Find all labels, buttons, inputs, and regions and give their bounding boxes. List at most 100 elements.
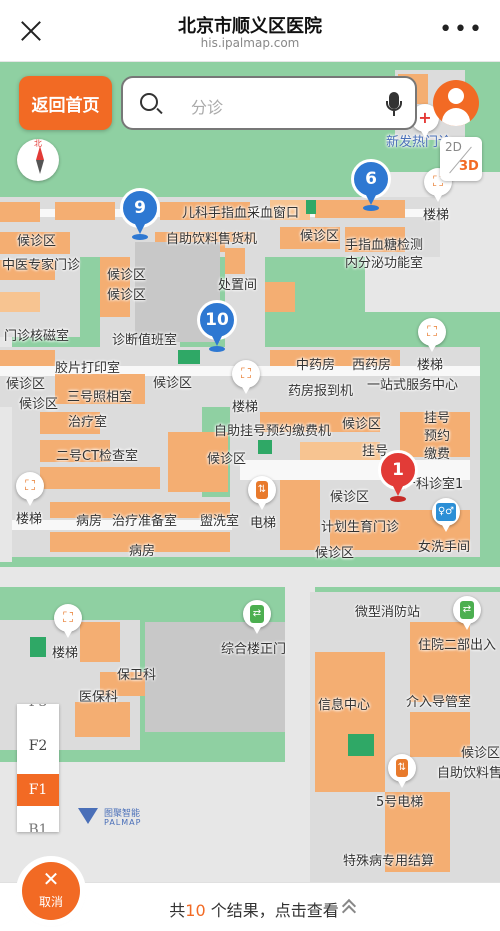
map-label[interactable]: 病房 [129,544,155,560]
map-label[interactable]: 女洗手间 [418,540,470,556]
map-label[interactable]: 病房 [76,514,102,530]
stairs-icon-glyph: ⛶ [63,610,73,626]
stairs-icon[interactable]: ⛶ [418,318,446,352]
map-label[interactable]: 候诊区 [17,234,56,250]
indoor-map[interactable]: 新发热门诊 儿科手指血采血窗口 楼梯 候诊区 自助饮料售货机 候诊区 手指血糖检… [0,62,500,882]
page-url: his.ipalmap.com [200,36,300,50]
room [0,350,55,366]
map-label[interactable]: 手指血糖检测 [345,238,423,254]
map-label[interactable]: 门诊核磁室 [4,329,69,345]
compass-button[interactable]: 北 [17,139,59,181]
map-label[interactable]: 5号电梯 [376,795,423,811]
map-label[interactable]: 内分泌功能室 [345,256,423,272]
stairs-icon[interactable]: ⛶ [232,360,260,394]
search-bar[interactable]: 分诊 [121,76,417,130]
map-label[interactable]: 候诊区 [107,288,146,304]
back-home-button[interactable]: 返回首页 [19,76,112,130]
map-label[interactable]: 楼梯 [16,512,42,528]
room [80,622,120,662]
marker-dot [209,346,225,352]
map-label[interactable]: 特殊病专用结算 [343,854,434,870]
map-label[interactable]: 楼梯 [417,358,443,374]
map-label[interactable]: 楼梯 [232,400,258,416]
map-label[interactable]: 候诊区 [19,397,58,413]
user-avatar-button[interactable] [433,80,479,126]
map-label[interactable]: 自助饮料售货机 [166,232,257,248]
map-label[interactable]: 挂号 [424,411,450,427]
3d-label: 3D [459,159,479,174]
cancel-button[interactable]: ✕ 取消 [22,862,80,920]
map-label[interactable]: 计划生育门诊 [321,520,399,536]
map-label[interactable]: 药房报到机 [288,384,353,400]
2d-3d-toggle[interactable]: 2D 3D [440,137,482,181]
marker-dot [132,234,148,240]
map-label[interactable]: 诊断值班室 [112,333,177,349]
map-label[interactable]: 微型消防站 [355,605,420,621]
map-label[interactable]: 介入导管室 [406,695,471,711]
marker-tip [211,334,223,346]
top-bar: 北京市顺义区医院 his.ipalmap.com ••• [0,0,500,62]
map-label[interactable]: 医保科 [79,690,118,706]
map-label[interactable]: 三号照相室 [67,390,132,406]
map-label[interactable]: 候诊区 [342,417,381,433]
search-input[interactable]: 分诊 [191,94,223,118]
entrance-icon[interactable]: ⇄ [243,600,271,634]
map-label[interactable]: 候诊区 [107,268,146,284]
map-label[interactable]: 处置间 [218,278,257,294]
floor-option[interactable]: B1 [17,814,59,832]
map-label[interactable]: 中医专家门诊 [2,258,80,274]
map-label[interactable]: 自助挂号预约缴费机 [214,424,331,440]
map-label[interactable]: 候诊区 [300,229,339,245]
more-menu-icon[interactable]: ••• [439,19,484,41]
result-marker-10[interactable]: 10 [197,300,237,352]
result-marker-6[interactable]: 6 [351,159,391,211]
map-label[interactable]: 信息中心 [318,698,370,714]
room [315,652,385,792]
elevator-icon[interactable]: ⇅ [388,754,416,788]
map-label[interactable]: 候诊区 [315,546,354,562]
stairs-icon[interactable]: ⛶ [54,604,82,638]
result-marker-9[interactable]: 9 [120,188,160,240]
stairs-icon-glyph: ⛶ [241,366,251,382]
map-label[interactable]: 楼梯 [423,208,449,224]
map-label[interactable]: 中药房 [296,358,335,374]
map-label[interactable]: 盥洗室 [200,514,239,530]
map-label[interactable]: 候诊区 [153,376,192,392]
floor-option[interactable]: F3 [17,704,59,718]
first-aid-icon-glyph: + [418,108,432,127]
map-label[interactable]: 楼梯 [52,646,78,662]
map-label[interactable]: 候诊区 [6,377,45,393]
map-label[interactable]: 保卫科 [117,668,156,684]
room [55,202,115,220]
microphone-icon[interactable] [386,92,402,111]
result-marker-1[interactable]: 1 [378,450,418,502]
floor-option[interactable]: F2 [17,730,59,762]
microphone-stand [393,111,395,116]
map-label[interactable]: 儿科手指血采血窗口 [182,206,299,222]
map-label[interactable]: 二号CT检查室 [56,449,138,465]
floor-option-selected[interactable]: F1 [17,774,59,806]
2d-label: 2D [445,140,462,154]
map-label[interactable]: 治疗准备室 [112,514,177,530]
stairs-icon[interactable]: ⛶ [16,472,44,506]
map-label[interactable]: 综合楼正门 [221,642,286,658]
map-label[interactable]: 候诊区 [207,452,246,468]
green-room [178,350,200,364]
room [0,292,40,312]
exit-icon[interactable]: ⇄ [453,596,481,630]
map-label[interactable]: 治疗室 [68,415,107,431]
map-label[interactable]: 候诊区 [330,490,369,506]
map-label[interactable]: 缴费 [424,447,450,463]
elevator-icon-glyph: ⇅ [255,481,269,499]
floor-selector[interactable]: F3 F2 F1 B1 [17,704,59,832]
elevator-icon[interactable]: ⇅ [248,476,276,510]
map-label[interactable]: 胶片打印室 [55,361,120,377]
map-label[interactable]: 住院二部出入 [418,638,496,654]
map-label[interactable]: 候诊区 [461,746,500,762]
map-label[interactable]: 预约 [424,429,450,445]
restroom-icon[interactable]: ♀♂ [432,498,460,532]
map-label[interactable]: 电梯 [250,516,276,532]
map-label[interactable]: 自助饮料售 [437,766,500,782]
map-label[interactable]: 西药房 [352,358,391,374]
map-label[interactable]: 一站式服务中心 [367,378,458,394]
